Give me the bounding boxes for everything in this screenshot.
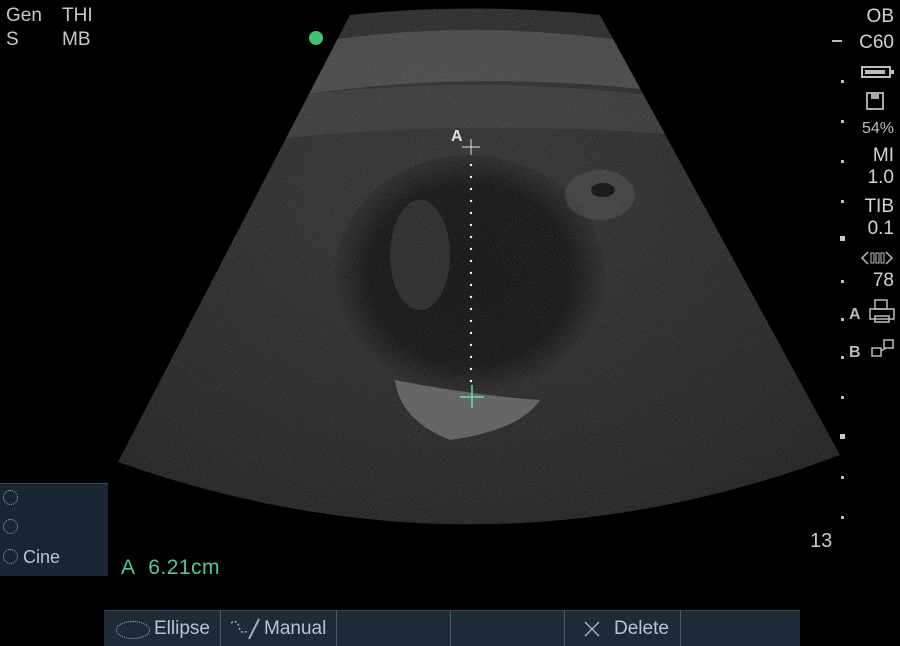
ellipse-icon — [116, 621, 150, 639]
battery-icon — [861, 66, 894, 78]
depth-tick — [841, 200, 844, 203]
caliper-line[interactable] — [440, 125, 500, 415]
depth-tick — [841, 120, 844, 123]
depth-tick — [841, 280, 844, 283]
probe-label: C60 — [859, 32, 894, 53]
delete-label: Delete — [614, 618, 669, 639]
delete-button[interactable]: Delete — [565, 611, 681, 646]
storage-icon — [866, 92, 884, 110]
cine-panel: Cine — [0, 483, 108, 576]
mode-label-gen: Gen — [6, 5, 42, 26]
depth-tick — [841, 516, 844, 519]
cine-item-1[interactable] — [3, 488, 18, 510]
manual-button[interactable]: Manual — [221, 611, 337, 646]
depth-tick-major — [840, 434, 845, 439]
measurement-result: A 6.21cm — [121, 556, 220, 580]
depth-tick-major — [840, 236, 845, 241]
manual-trace-icon — [230, 618, 260, 640]
delete-x-icon — [584, 621, 600, 637]
depth-tick — [841, 318, 844, 321]
depth-tick — [841, 476, 844, 479]
depth-tick — [841, 396, 844, 399]
gain-value: 78 — [872, 270, 894, 291]
preset-label: OB — [866, 6, 894, 27]
tib-label: TIB — [864, 196, 894, 217]
softkey-empty-2[interactable] — [451, 611, 565, 646]
knob-icon — [3, 519, 18, 534]
export-icon[interactable] — [870, 338, 896, 360]
mi-value: 1.0 — [867, 167, 894, 188]
cine-item-2[interactable] — [3, 517, 18, 539]
mi-label: MI — [872, 145, 894, 166]
depth-value: 13 — [810, 530, 833, 552]
manual-label: Manual — [264, 618, 327, 639]
ellipse-button[interactable]: Ellipse — [104, 611, 221, 646]
depth-tick — [841, 356, 844, 359]
printer-icon[interactable] — [868, 298, 896, 324]
softkey-empty-1[interactable] — [337, 611, 451, 646]
orientation-dot — [309, 31, 323, 45]
print-a-label: A — [849, 306, 861, 323]
storage-percent: 54% — [861, 120, 894, 137]
depth-tick — [841, 160, 844, 163]
knob-icon — [3, 549, 18, 564]
softkey-bar: Ellipse Manual Delete — [104, 610, 800, 646]
mode-label-mb: MB — [62, 29, 91, 50]
cine-label: Cine — [23, 547, 61, 567]
ellipse-label: Ellipse — [154, 618, 210, 639]
measurement-label: A — [121, 556, 136, 579]
gain-arrows-icon — [860, 251, 894, 265]
measurement-value: 6.21cm — [148, 556, 221, 579]
knob-icon — [3, 490, 18, 505]
print-b-label: B — [849, 344, 861, 361]
softkey-empty-3[interactable] — [681, 611, 799, 646]
tib-value: 0.1 — [867, 218, 894, 239]
caliper-label: A — [451, 128, 463, 145]
mode-label-thi: THI — [62, 5, 93, 26]
mode-label-s: S — [6, 29, 19, 50]
depth-marker — [832, 40, 842, 42]
cine-button[interactable]: Cine — [3, 546, 60, 568]
depth-tick — [841, 80, 844, 83]
